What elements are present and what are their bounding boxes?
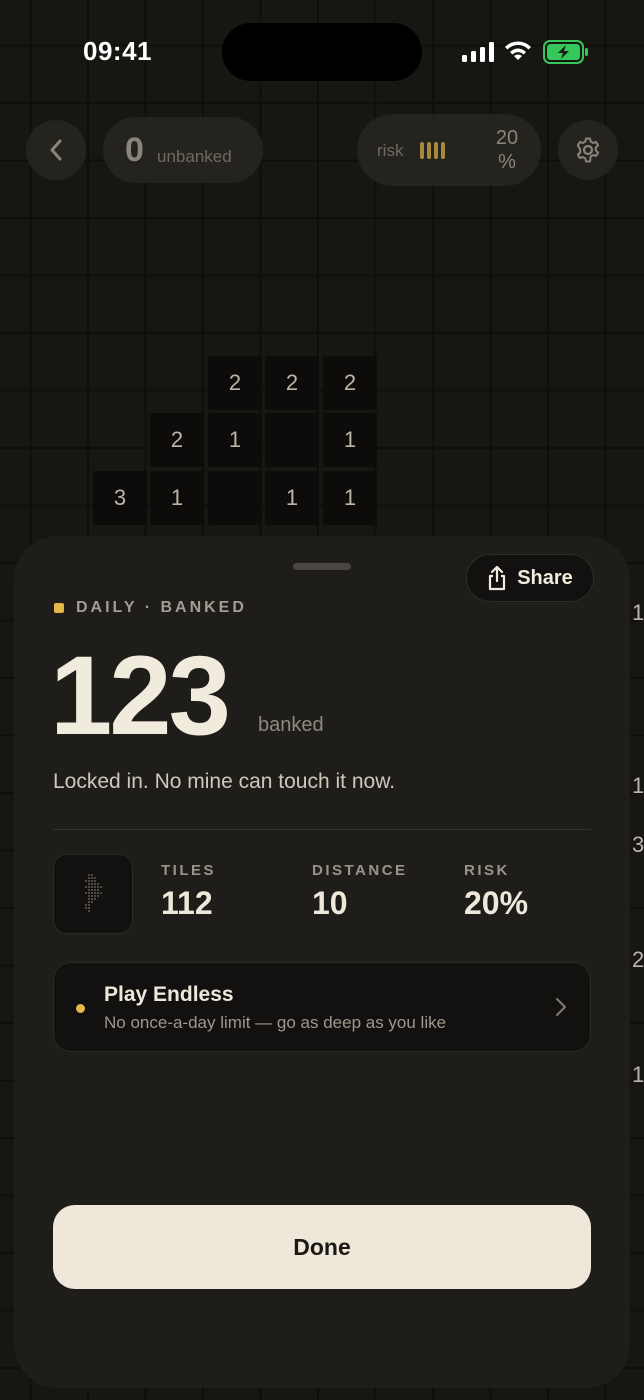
chevron-right-icon	[555, 997, 567, 1017]
unbanked-score: 0	[125, 131, 144, 169]
board-cell[interactable]: 1	[150, 471, 204, 525]
board-cell[interactable]: 1	[323, 471, 377, 525]
risk-value-number: 20	[495, 127, 519, 149]
board-cell[interactable]: 1	[265, 471, 319, 525]
stat-value: 10	[312, 885, 348, 921]
sheet-drag-handle[interactable]	[293, 563, 351, 570]
board-edge-number: 1	[632, 773, 644, 798]
board-cell[interactable]: 1	[323, 413, 377, 467]
stat-label: TILES	[161, 862, 217, 879]
banked-score: 123	[50, 633, 231, 758]
result-kicker: DAILY · BANKED	[54, 599, 247, 617]
stat-tiles: TILES 112	[161, 862, 216, 922]
share-label: Share	[517, 566, 573, 589]
settings-button[interactable]	[558, 120, 618, 180]
endless-dot-icon	[76, 1004, 85, 1013]
divider	[53, 829, 591, 830]
board-cell[interactable]: 1	[208, 413, 262, 467]
risk-pill: risk 20 %	[357, 114, 541, 186]
board-cell[interactable]: 3	[93, 471, 147, 525]
kicker-dot-icon	[54, 603, 64, 613]
result-sheet: Share DAILY · BANKED 123 banked Locked i…	[14, 536, 630, 1388]
dynamic-island	[222, 23, 422, 81]
play-endless-row[interactable]: Play Endless No once-a-day limit — go as…	[53, 962, 591, 1052]
run-thumbnail	[53, 854, 133, 934]
board-edge-number: 1	[632, 1062, 644, 1087]
board-cell[interactable]: 2	[208, 356, 262, 410]
board-edge-number: 2	[632, 947, 644, 972]
banked-unit: banked	[258, 714, 324, 736]
wifi-icon	[505, 41, 531, 60]
result-tagline: Locked in. No mine can touch it now.	[53, 770, 396, 793]
path-trace-icon	[85, 874, 102, 912]
gear-icon	[576, 137, 600, 163]
risk-value: 20 %	[487, 126, 527, 174]
kicker-text: DAILY · BANKED	[76, 599, 247, 616]
status-time: 09:41	[83, 36, 152, 66]
board-edge-number: 1	[632, 600, 644, 625]
board-cell[interactable]: 2	[265, 356, 319, 410]
board-edge-number: 3	[632, 832, 644, 857]
stat-value: 112	[161, 885, 213, 921]
unbanked-label: unbanked	[157, 147, 232, 166]
risk-label: risk	[377, 141, 404, 160]
endless-title: Play Endless	[104, 983, 234, 1006]
risk-meter-icon	[420, 142, 445, 159]
unbanked-score-pill: 0 unbanked	[103, 117, 263, 183]
done-label: Done	[293, 1233, 351, 1260]
done-button[interactable]: Done	[53, 1205, 591, 1289]
board-cell[interactable]	[265, 413, 319, 467]
stat-label: DISTANCE	[312, 862, 408, 879]
cellular-signal-icon	[462, 42, 494, 62]
status-bar: 09:41	[0, 0, 644, 100]
endless-subtitle: No once-a-day limit — go as deep as you …	[104, 1013, 447, 1032]
board-cell[interactable]	[208, 471, 262, 525]
share-button[interactable]: Share	[466, 554, 594, 602]
stat-distance: DISTANCE 10	[312, 862, 408, 922]
battery-charging-icon	[543, 40, 588, 64]
board-cell[interactable]: 2	[323, 356, 377, 410]
risk-value-unit: %	[498, 151, 516, 173]
stat-value: 20%	[464, 885, 529, 921]
back-button[interactable]	[26, 120, 86, 180]
share-icon	[489, 565, 506, 591]
stat-label: RISK	[464, 862, 510, 879]
chevron-left-icon	[50, 139, 62, 161]
stat-risk: RISK 20%	[464, 862, 528, 922]
board-cell[interactable]: 2	[150, 413, 204, 467]
